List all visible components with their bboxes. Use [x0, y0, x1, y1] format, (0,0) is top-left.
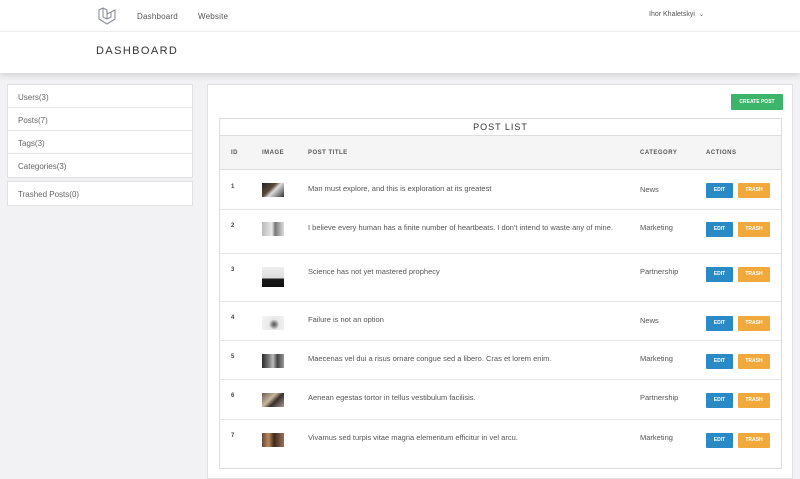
post-id: 1 [231, 184, 235, 190]
post-title: Failure is not an option [308, 315, 384, 324]
post-category: Partnership [640, 393, 679, 402]
column-header-id: ID [231, 150, 238, 156]
nav-dashboard-link[interactable]: Dashboard [137, 12, 178, 21]
column-header-image: IMAGE [262, 150, 285, 156]
top-navbar: Dashboard Website Ihor Khaletskyi ⌄ [0, 0, 800, 31]
post-id: 7 [231, 433, 235, 439]
laravel-logo-icon[interactable] [97, 6, 117, 26]
table-row: 6 Aenean egestas tortor in tellus vestib… [220, 380, 781, 420]
post-title: Science has not yet mastered prophecy [308, 267, 440, 276]
post-thumbnail [262, 222, 284, 236]
table-row: 3 Science has not yet mastered prophecy … [220, 254, 781, 302]
trash-button[interactable]: TRASH [738, 222, 770, 237]
post-thumbnail [262, 183, 284, 197]
sidebar-trash-menu: Trashed Posts(0) [7, 181, 193, 206]
post-title: Maecenas vel dui a risus ornare congue s… [308, 354, 552, 363]
post-category: Marketing [640, 223, 673, 232]
post-thumbnail [262, 433, 284, 447]
sidebar-item-trashed-posts[interactable]: Trashed Posts(0) [8, 182, 192, 205]
column-header-category: CATEGORY [640, 150, 678, 156]
table-row: 2 I believe every human has a finite num… [220, 210, 781, 254]
post-thumbnail [262, 354, 284, 368]
create-post-button[interactable]: CREATE POST [731, 94, 783, 110]
post-id: 3 [231, 267, 235, 273]
edit-button[interactable]: EDIT [706, 354, 733, 369]
post-category: Partnership [640, 267, 679, 276]
user-menu[interactable]: Ihor Khaletskyi ⌄ [649, 11, 704, 18]
post-category: Marketing [640, 354, 673, 363]
table-row: 7 Vivamus sed turpis vitae magna element… [220, 420, 781, 468]
post-thumbnail [262, 393, 284, 407]
post-id: 5 [231, 354, 235, 360]
edit-button[interactable]: EDIT [706, 393, 733, 408]
edit-button[interactable]: EDIT [706, 222, 733, 237]
user-name: Ihor Khaletskyi [649, 11, 695, 18]
post-id: 2 [231, 223, 235, 229]
edit-button[interactable]: EDIT [706, 183, 733, 198]
column-header-title: POST TITLE [308, 150, 348, 156]
post-thumbnail [262, 316, 284, 330]
sidebar-item-categories[interactable]: Categories(3) [8, 154, 192, 177]
post-title: I believe every human has a finite numbe… [308, 223, 613, 232]
post-id: 4 [231, 315, 235, 321]
post-category: Marketing [640, 433, 673, 442]
trash-button[interactable]: TRASH [738, 267, 770, 282]
post-thumbnail [262, 267, 284, 287]
post-category: News [640, 316, 659, 325]
post-id: 6 [231, 393, 235, 399]
page-title: DASHBOARD [96, 45, 179, 57]
sidebar-item-tags[interactable]: Tags(3) [8, 131, 192, 154]
post-title: Vivamus sed turpis vitae magna elementum… [308, 433, 518, 442]
nav-website-link[interactable]: Website [198, 12, 228, 21]
table-header: ID IMAGE POST TITLE CATEGORY ACTIONS [220, 136, 781, 170]
post-title: Man must explore, and this is exploratio… [308, 184, 492, 193]
edit-button[interactable]: EDIT [706, 433, 733, 448]
table-row: 4 Failure is not an option News EDIT TRA… [220, 302, 781, 341]
post-title: Aenean egestas tortor in tellus vestibul… [308, 393, 476, 402]
sidebar-item-users[interactable]: Users(3) [8, 85, 192, 108]
edit-button[interactable]: EDIT [706, 267, 733, 282]
post-category: News [640, 185, 659, 194]
table-row: 1 Man must explore, and this is explorat… [220, 171, 781, 210]
trash-button[interactable]: TRASH [738, 316, 770, 331]
page-header: DASHBOARD [0, 31, 800, 73]
chevron-down-icon: ⌄ [698, 12, 704, 18]
sidebar-menu: Users(3) Posts(7) Tags(3) Categories(3) [7, 84, 193, 178]
column-header-actions: ACTIONS [706, 150, 737, 156]
post-list-title: POST LIST [220, 119, 781, 136]
trash-button[interactable]: TRASH [738, 354, 770, 369]
post-list-table: POST LIST ID IMAGE POST TITLE CATEGORY A… [219, 118, 782, 469]
edit-button[interactable]: EDIT [706, 316, 733, 331]
table-row: 5 Maecenas vel dui a risus ornare congue… [220, 341, 781, 380]
trash-button[interactable]: TRASH [738, 433, 770, 448]
sidebar-item-posts[interactable]: Posts(7) [8, 108, 192, 131]
posts-panel: CREATE POST POST LIST ID IMAGE POST TITL… [207, 84, 793, 479]
trash-button[interactable]: TRASH [738, 393, 770, 408]
trash-button[interactable]: TRASH [738, 183, 770, 198]
